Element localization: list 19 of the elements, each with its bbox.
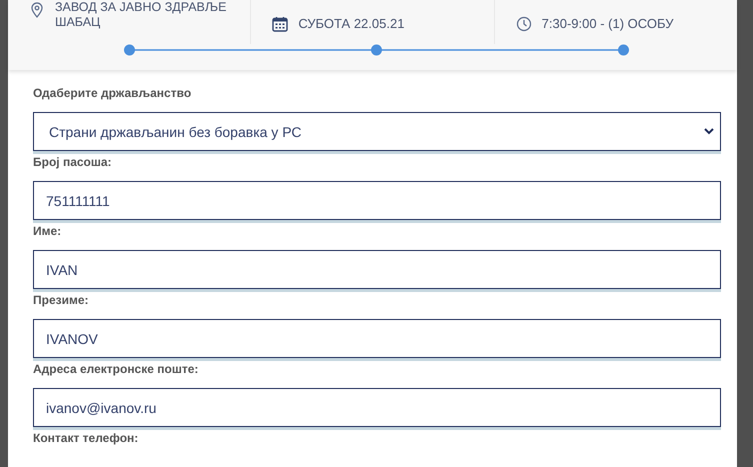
location-pin-icon: [31, 2, 43, 18]
field-label: Број пасоша:: [33, 154, 113, 170]
chevron-down-icon: [704, 128, 714, 135]
citizenship-dropdown[interactable]: Страни држављанин без боравка у РС: [33, 112, 721, 151]
input-field[interactable]: 751111111: [33, 181, 721, 220]
summary-text: 7:30-9:00 - (1) ОСОБУ: [542, 15, 674, 32]
field-label: Презиме:: [33, 292, 90, 308]
input-field[interactable]: ivanov@ivanov.ru: [33, 388, 721, 427]
calendar-icon: [272, 16, 288, 32]
input-field[interactable]: IVANOV: [33, 319, 721, 358]
field-label: Име:: [33, 223, 62, 239]
field-label: Адреса електронске поште:: [33, 361, 200, 377]
field-label: Одаберите држављанство: [33, 85, 192, 101]
clock-icon: [516, 16, 532, 32]
field-label: Контакт телефон:: [33, 430, 140, 446]
summary-text: ЗАВОД ЗА ЈАВНО ЗДРАВЉЕ: [55, 0, 226, 15]
input-field[interactable]: IVAN: [33, 250, 721, 289]
summary-text: СУБОТА 22.05.21: [298, 15, 404, 32]
summary-text: ШАБАЦ: [55, 15, 102, 30]
